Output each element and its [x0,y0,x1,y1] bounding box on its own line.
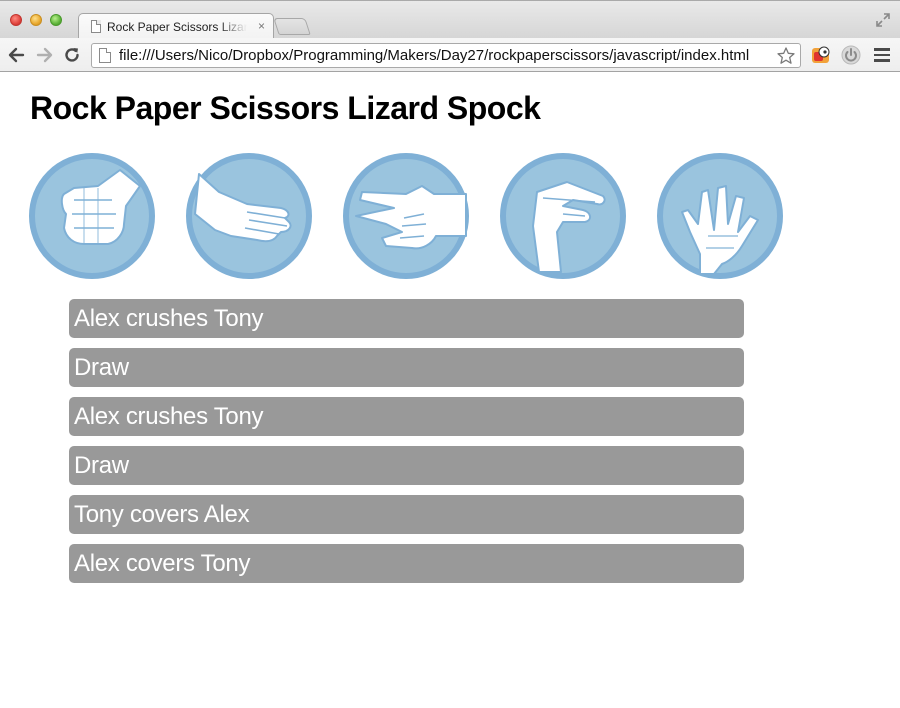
fullscreen-icon[interactable] [875,12,891,28]
power-extension-icon[interactable] [840,44,862,66]
page-content: Rock Paper Scissors Lizard Spock Alex cr… [0,73,900,708]
spock-choice-button[interactable] [656,152,784,280]
window-titlebar: Rock Paper Scissors Lizard Spock × [0,0,900,40]
scissors-hand-icon [343,153,469,279]
page-icon [91,20,101,33]
choices-row [28,152,788,282]
forward-arrow-icon[interactable] [36,46,54,64]
browser-tab[interactable]: Rock Paper Scissors Lizard Spock × [78,13,274,40]
rock-choice-button[interactable] [28,152,156,280]
menu-icon[interactable] [874,48,890,62]
result-item: Draw [69,348,744,387]
reload-icon[interactable] [63,46,81,64]
result-item: Draw [69,446,744,485]
spock-hand-icon [657,153,783,279]
tab-title: Rock Paper Scissors Lizard Spock [107,20,247,34]
tab-close-icon[interactable]: × [258,19,265,33]
page-title: Rock Paper Scissors Lizard Spock [30,90,541,126]
url-text[interactable]: file:///Users/Nico/Dropbox/Programming/M… [119,47,771,65]
address-bar[interactable]: file:///Users/Nico/Dropbox/Programming/M… [91,43,801,68]
rock-hand-icon [29,153,155,279]
lizard-hand-icon [500,153,626,279]
bookmark-star-icon[interactable] [776,46,796,66]
result-item: Alex crushes Tony [69,397,744,436]
close-window-button[interactable] [10,14,22,26]
minimize-window-button[interactable] [30,14,42,26]
lizard-choice-button[interactable] [499,152,627,280]
results-list: Alex crushes Tony Draw Alex crushes Tony… [69,299,744,593]
result-item: Alex crushes Tony [69,299,744,338]
result-item: Tony covers Alex [69,495,744,534]
back-arrow-icon[interactable] [7,46,25,64]
result-item: Alex covers Tony [69,544,744,583]
zoom-window-button[interactable] [50,14,62,26]
browser-toolbar: file:///Users/Nico/Dropbox/Programming/M… [0,38,900,72]
paper-hand-icon [186,153,312,279]
scissors-choice-button[interactable] [342,152,470,280]
new-tab-button[interactable] [273,18,311,35]
extension-icon[interactable] [810,44,832,66]
paper-choice-button[interactable] [185,152,313,280]
page-icon [99,48,111,63]
